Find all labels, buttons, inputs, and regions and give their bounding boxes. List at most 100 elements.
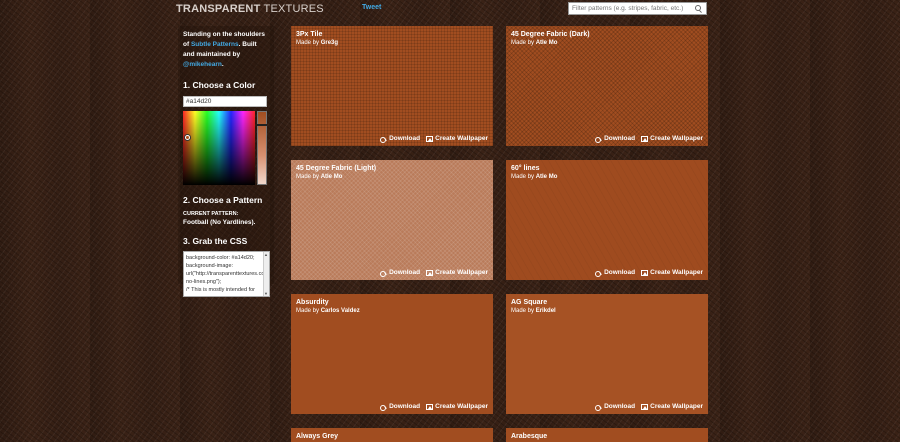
image-icon bbox=[641, 269, 649, 276]
tile-author: Made by Carlos Valdez bbox=[296, 308, 360, 314]
download-icon bbox=[595, 270, 602, 277]
hue-slider-handle[interactable] bbox=[257, 124, 267, 126]
pattern-tile[interactable]: Absurdity Made by Carlos Valdez Download… bbox=[291, 294, 493, 414]
download-button[interactable]: Download bbox=[380, 135, 421, 143]
tile-actions: Download Create Wallpaper bbox=[595, 403, 703, 411]
css-output[interactable]: background-color: #a14d20; background-im… bbox=[183, 251, 270, 297]
wallpaper-label: Create Wallpaper bbox=[650, 403, 703, 410]
download-button[interactable]: Download bbox=[595, 403, 636, 411]
made-by-label: Made by bbox=[511, 174, 536, 180]
made-by-label: Made by bbox=[296, 308, 321, 314]
tile-title: 45 Degree Fabric (Dark) bbox=[511, 31, 590, 38]
download-label: Download bbox=[389, 403, 421, 410]
create-wallpaper-button[interactable]: Create Wallpaper bbox=[641, 135, 703, 142]
author-name: Atle Mo bbox=[320, 174, 343, 180]
tile-title: Arabesque bbox=[511, 433, 548, 440]
tile-title: AG Square bbox=[511, 299, 548, 306]
download-label: Download bbox=[604, 403, 636, 410]
wallpaper-label: Create Wallpaper bbox=[435, 403, 488, 410]
tile-actions: Download Create Wallpaper bbox=[595, 269, 703, 277]
create-wallpaper-button[interactable]: Create Wallpaper bbox=[426, 403, 488, 410]
download-icon bbox=[380, 404, 387, 411]
color-input[interactable] bbox=[183, 96, 267, 107]
current-pattern-value: Football (No Yardlines). bbox=[183, 219, 256, 226]
download-icon bbox=[595, 136, 602, 143]
download-button[interactable]: Download bbox=[595, 269, 636, 277]
author-name: Erikdel bbox=[535, 308, 556, 314]
download-button[interactable]: Download bbox=[595, 135, 636, 143]
made-by-label: Made by bbox=[296, 40, 321, 46]
image-icon bbox=[641, 135, 649, 142]
pattern-tile[interactable]: 60° lines Made by Atle Mo Download Creat… bbox=[506, 160, 708, 280]
download-label: Download bbox=[389, 135, 421, 142]
tile-title: Absurdity bbox=[296, 299, 329, 306]
tile-author: Made by Atle Mo bbox=[511, 174, 557, 180]
pattern-tile[interactable]: Always Grey bbox=[291, 428, 493, 442]
made-by-label: Made by bbox=[296, 174, 321, 180]
hue-slider[interactable] bbox=[257, 111, 267, 185]
create-wallpaper-button[interactable]: Create Wallpaper bbox=[641, 403, 703, 410]
image-icon bbox=[641, 403, 649, 410]
step-3-title: 3. Grab the CSS bbox=[183, 236, 248, 246]
tile-actions: Download Create Wallpaper bbox=[380, 403, 488, 411]
saturation-value-area[interactable] bbox=[183, 111, 255, 185]
tile-actions: Download Create Wallpaper bbox=[380, 135, 488, 143]
wallpaper-label: Create Wallpaper bbox=[435, 135, 488, 142]
tile-title: 60° lines bbox=[511, 165, 540, 172]
image-icon bbox=[426, 403, 434, 410]
create-wallpaper-button[interactable]: Create Wallpaper bbox=[426, 269, 488, 276]
css-output-text: background-color: #a14d20; background-im… bbox=[186, 255, 269, 293]
author-link[interactable]: @mikehearn bbox=[183, 61, 222, 68]
create-wallpaper-button[interactable]: Create Wallpaper bbox=[641, 269, 703, 276]
download-label: Download bbox=[604, 135, 636, 142]
tile-author: Made by Atle Mo bbox=[296, 174, 342, 180]
logo-light-text: TEXTURES bbox=[260, 3, 324, 15]
download-label: Download bbox=[604, 269, 636, 276]
tweet-button[interactable]: Tweet bbox=[362, 4, 381, 11]
tile-author: Made by Atle Mo bbox=[511, 40, 557, 46]
search-box bbox=[568, 2, 707, 15]
download-button[interactable]: Download bbox=[380, 403, 421, 411]
author-name: Gre3g bbox=[320, 40, 339, 46]
image-icon bbox=[426, 135, 434, 142]
intro-text: Standing on the shoulders of Subtle Patt… bbox=[183, 30, 269, 70]
tile-title: 3Px Tile bbox=[296, 31, 323, 38]
pattern-tile[interactable]: Arabesque bbox=[506, 428, 708, 442]
color-picker-handle[interactable] bbox=[185, 135, 190, 140]
image-icon bbox=[426, 269, 434, 276]
sidebar: Standing on the shoulders of Subtle Patt… bbox=[178, 26, 274, 297]
download-icon bbox=[595, 404, 602, 411]
css-output-scrollbar[interactable] bbox=[263, 252, 269, 296]
current-pattern-label: CURRENT PATTERN: bbox=[183, 211, 239, 217]
pattern-tile[interactable]: 45 Degree Fabric (Light) Made by Atle Mo… bbox=[291, 160, 493, 280]
pattern-tile[interactable]: 3Px Tile Made by Gre3g Download Create W… bbox=[291, 26, 493, 146]
made-by-label: Made by bbox=[511, 40, 536, 46]
author-name: Atle Mo bbox=[535, 40, 558, 46]
search-input[interactable] bbox=[569, 3, 693, 14]
pattern-tile[interactable]: 45 Degree Fabric (Dark) Made by Atle Mo … bbox=[506, 26, 708, 146]
download-icon bbox=[380, 270, 387, 277]
tile-actions: Download Create Wallpaper bbox=[595, 135, 703, 143]
create-wallpaper-button[interactable]: Create Wallpaper bbox=[426, 135, 488, 142]
intro-part: . bbox=[221, 61, 224, 68]
search-icon[interactable] bbox=[695, 4, 703, 13]
download-label: Download bbox=[389, 269, 421, 276]
tile-author: Made by Erikdel bbox=[511, 308, 556, 314]
header: TRANSPARENT TEXTURES Tweet bbox=[0, 0, 900, 18]
pattern-tile[interactable]: AG Square Made by Erikdel Download Creat… bbox=[506, 294, 708, 414]
tile-actions: Download Create Wallpaper bbox=[380, 269, 488, 277]
tile-title: 45 Degree Fabric (Light) bbox=[296, 165, 377, 172]
author-name: Atle Mo bbox=[535, 174, 558, 180]
wallpaper-label: Create Wallpaper bbox=[435, 269, 488, 276]
download-button[interactable]: Download bbox=[380, 269, 421, 277]
tile-author: Made by Gre3g bbox=[296, 40, 338, 46]
wallpaper-label: Create Wallpaper bbox=[650, 269, 703, 276]
step-2-title: 2. Choose a Pattern bbox=[183, 195, 263, 205]
made-by-label: Made by bbox=[511, 308, 536, 314]
color-picker bbox=[183, 111, 267, 185]
download-icon bbox=[380, 136, 387, 143]
author-name: Carlos Valdez bbox=[320, 308, 360, 314]
site-logo[interactable]: TRANSPARENT TEXTURES bbox=[176, 3, 324, 15]
logo-bold-text: TRANSPARENT bbox=[176, 3, 261, 15]
subtle-patterns-link[interactable]: Subtle Patterns bbox=[191, 41, 239, 48]
